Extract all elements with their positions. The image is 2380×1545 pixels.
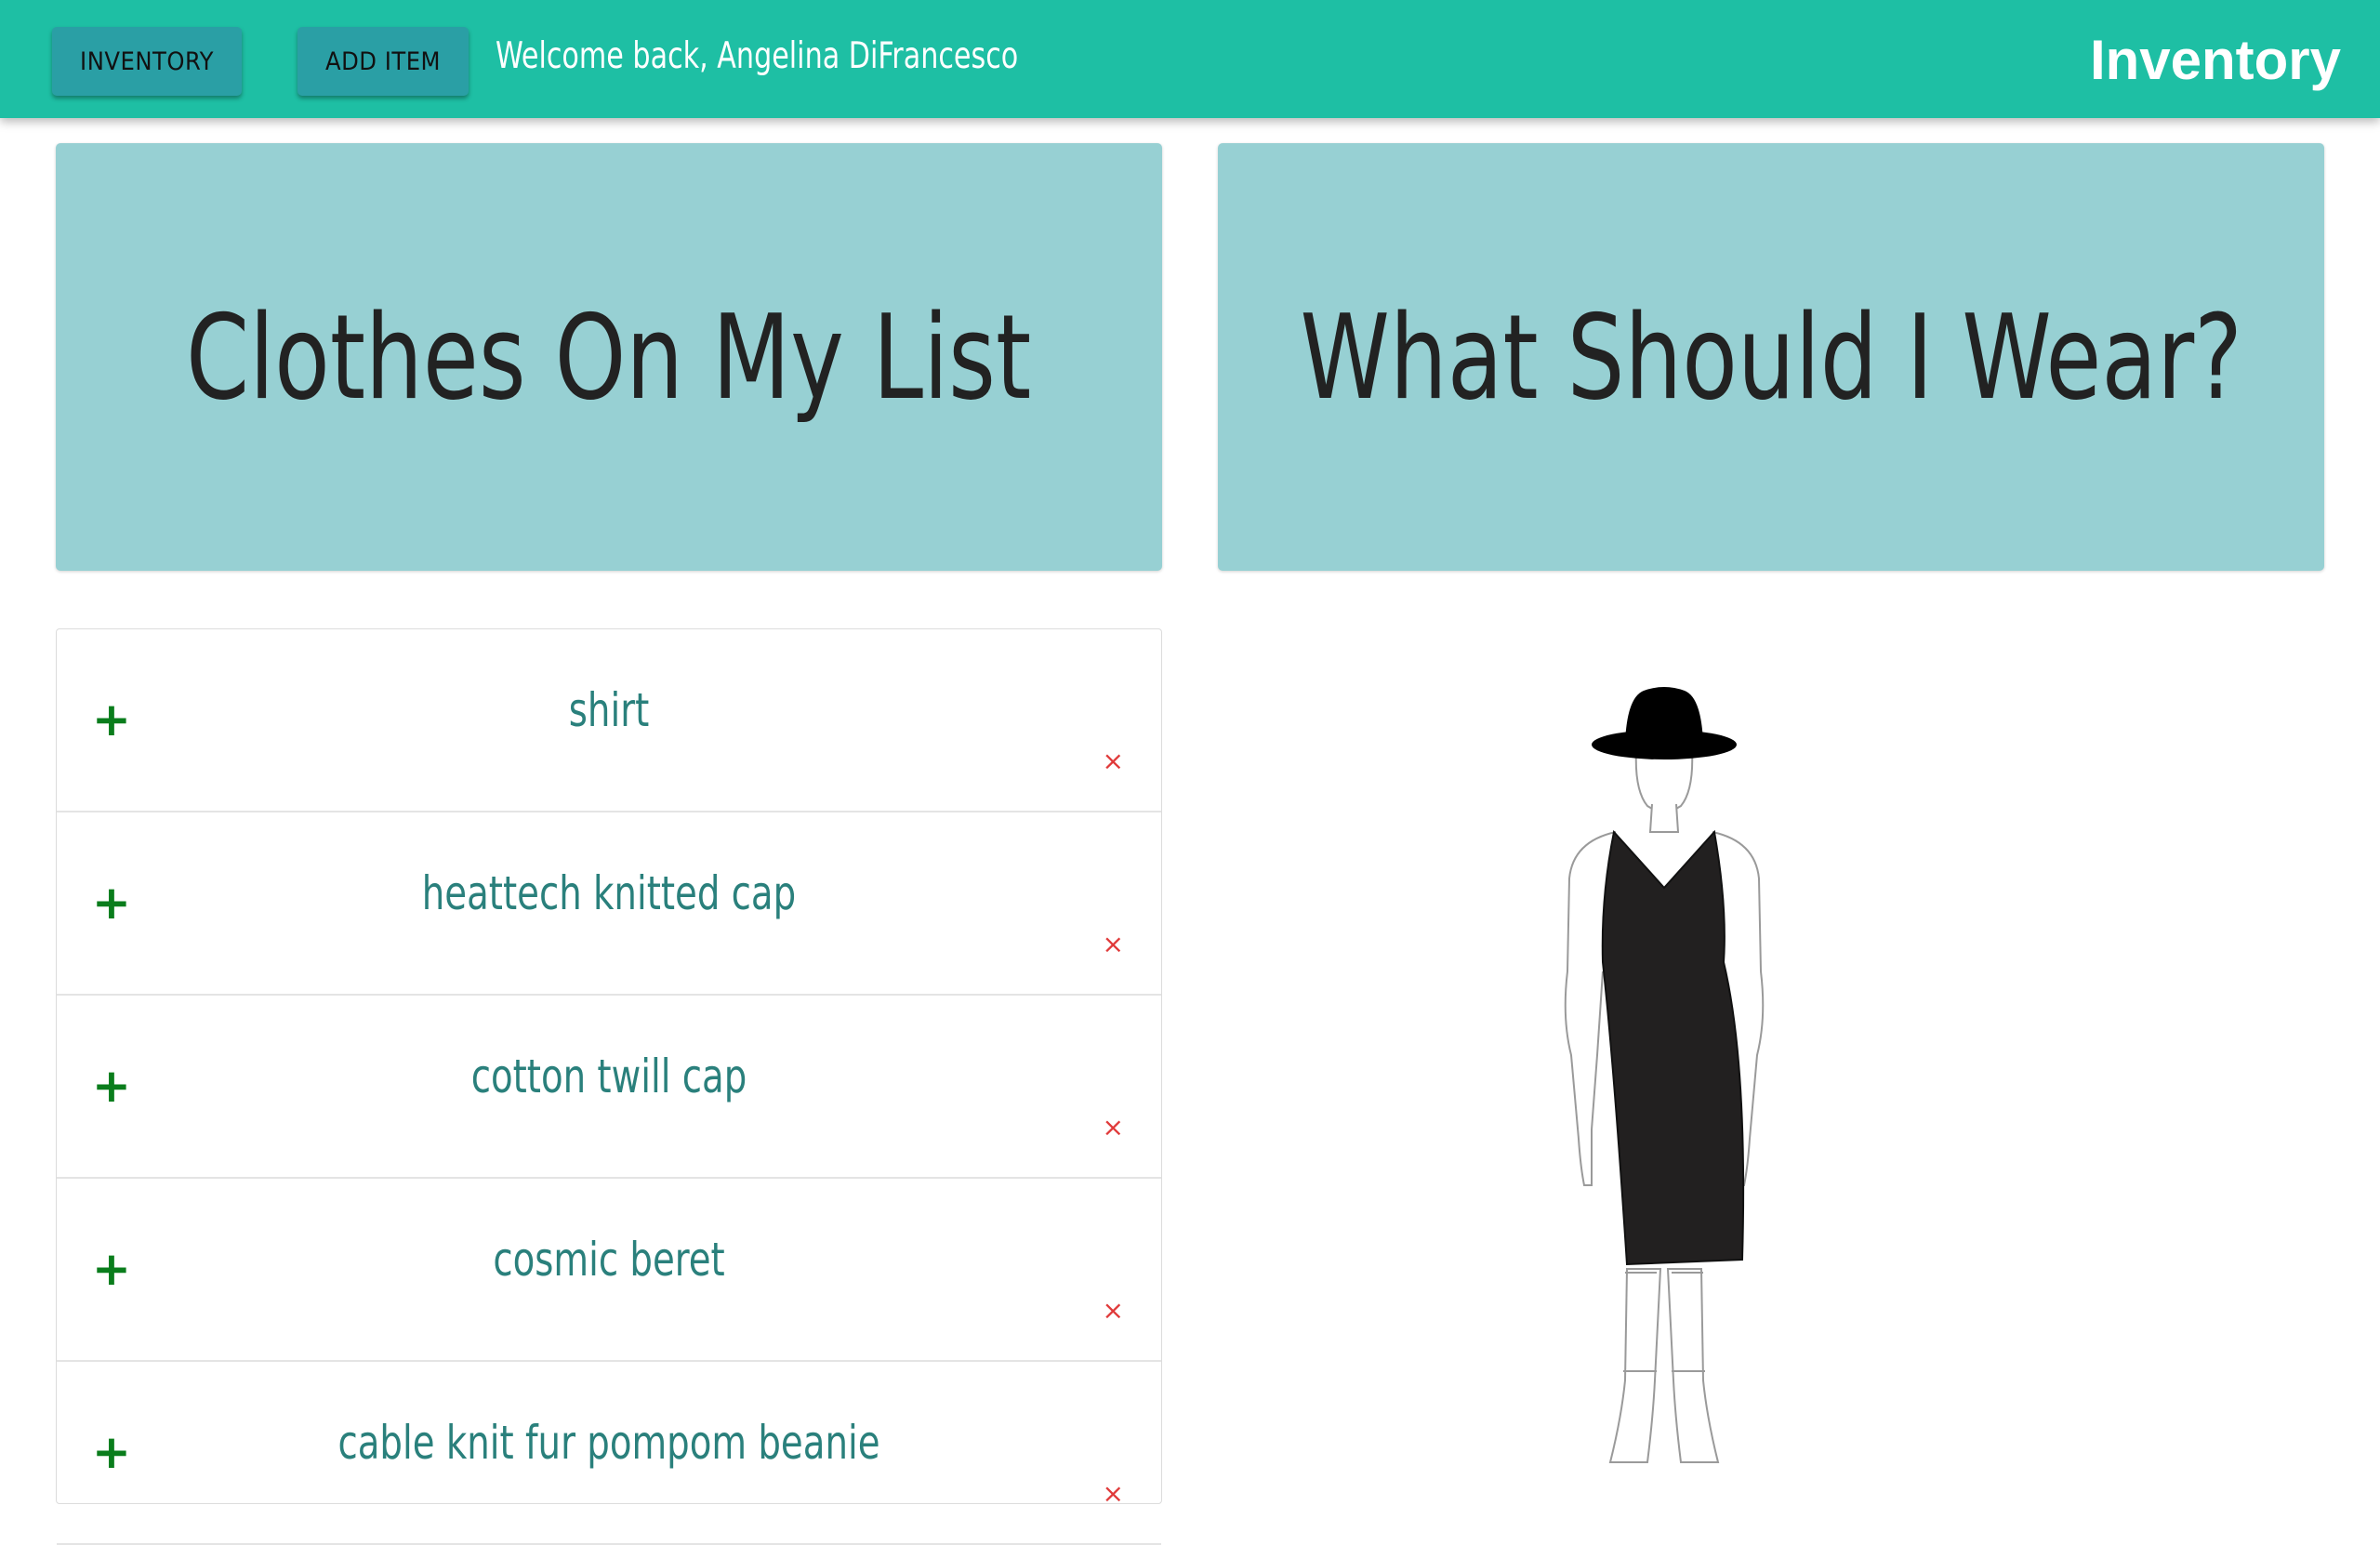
- list-item: + heattech knitted cap ×: [57, 812, 1161, 996]
- remove-item-button[interactable]: ×: [1103, 931, 1124, 957]
- outfit-panel: What Should I Wear?: [1218, 143, 2324, 571]
- item-name: cable knit fur pompom beanie: [337, 1416, 880, 1470]
- clothes-list-title: Clothes On My List: [186, 288, 1032, 426]
- remove-item-button[interactable]: ×: [1103, 748, 1124, 774]
- clothes-list-panel: Clothes On My List: [56, 143, 1162, 571]
- add-to-outfit-button[interactable]: +: [92, 1246, 131, 1292]
- item-name: heattech knitted cap: [421, 866, 797, 920]
- add-to-outfit-button[interactable]: +: [92, 696, 131, 743]
- outfit-title: What Should I Wear?: [1300, 288, 2242, 426]
- remove-item-button[interactable]: ×: [1103, 1298, 1124, 1324]
- item-name: cosmic beret: [493, 1233, 725, 1287]
- list-item: + cable knit fur pompom beanie ×: [57, 1362, 1161, 1545]
- add-item-button[interactable]: ADD ITEM: [298, 27, 469, 96]
- brand-title[interactable]: Inventory: [2090, 28, 2341, 92]
- remove-item-button[interactable]: ×: [1103, 1115, 1124, 1141]
- add-to-outfit-button[interactable]: +: [92, 1429, 131, 1475]
- mannequin-illustration: [1564, 687, 1765, 1463]
- clothes-list: + shirt × + heattech knitted cap × + cot…: [56, 628, 1162, 1545]
- add-to-outfit-button[interactable]: +: [92, 879, 131, 926]
- item-name: shirt: [568, 683, 650, 737]
- list-item: + shirt ×: [57, 629, 1161, 812]
- inventory-button[interactable]: INVENTORY: [52, 27, 242, 96]
- top-nav-bar: INVENTORY ADD ITEM Welcome back, Angelin…: [0, 0, 2380, 118]
- item-name: cotton twill cap: [470, 1050, 747, 1103]
- list-item: + cosmic beret ×: [57, 1179, 1161, 1362]
- welcome-message: Welcome back, Angelina DiFrancesco: [496, 35, 1019, 77]
- remove-item-button[interactable]: ×: [1103, 1481, 1124, 1507]
- list-item: + cotton twill cap ×: [57, 996, 1161, 1179]
- add-to-outfit-button[interactable]: +: [92, 1063, 131, 1109]
